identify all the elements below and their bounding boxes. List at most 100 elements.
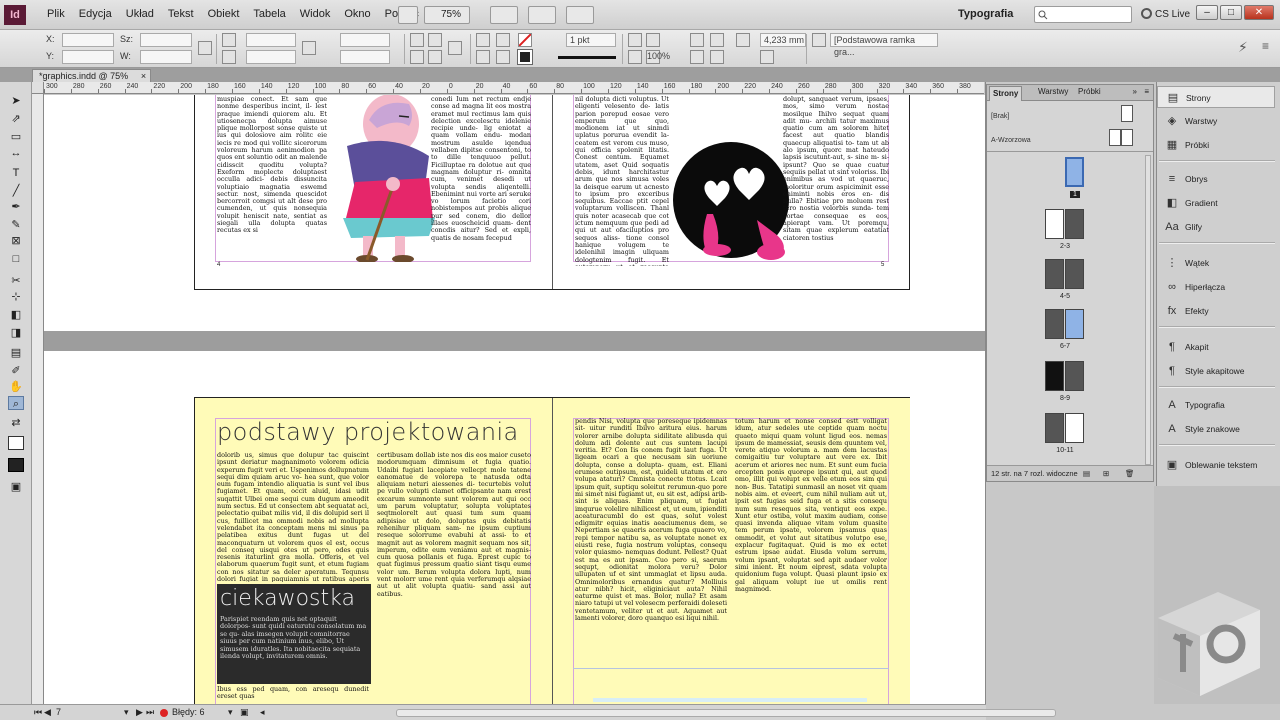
page-dropdown-icon[interactable]: ▾ (124, 707, 129, 718)
dock-item-glyphs[interactable]: Aa Glify (1157, 216, 1275, 238)
selection-tool-icon[interactable]: ➤ (8, 94, 24, 108)
view-options-button[interactable] (490, 6, 518, 24)
close-window-button[interactable]: ✕ (1244, 5, 1274, 20)
last-page-icon[interactable]: ⏭ (146, 707, 154, 718)
dock-item-layers[interactable]: ◈ Warstwy (1157, 110, 1275, 132)
rectangle-frame-tool-icon[interactable]: ⊠ (8, 234, 24, 248)
preflight-status[interactable]: Błędy: 6 (172, 707, 205, 717)
rotate-ccw-icon[interactable] (428, 33, 442, 47)
vertical-ruler[interactable] (32, 94, 44, 704)
dock-item-paragraph-styles[interactable]: ¶ Style akapitowe (1157, 360, 1275, 382)
master-none-label[interactable]: [Brak] (991, 113, 1009, 120)
object-style-select[interactable]: [Podstawowa ramka gra... (830, 33, 938, 57)
first-page-icon[interactable]: ⏮ (34, 707, 42, 718)
open-file-icon[interactable]: ▣ (240, 707, 249, 718)
dock-item-stroke[interactable]: ≡ Obrys (1157, 168, 1275, 190)
master-a-right-thumbnail[interactable] (1121, 129, 1133, 146)
menu-text[interactable]: Tekst (161, 8, 201, 20)
scale-x-icon[interactable] (222, 33, 236, 47)
measure-field[interactable]: 4,233 mm (760, 33, 806, 47)
page-thumbnail-7[interactable] (1065, 309, 1084, 339)
bridge-button[interactable] (398, 6, 418, 24)
master-none-thumbnail[interactable] (1121, 105, 1133, 122)
page-thumbnail-5[interactable] (1065, 259, 1084, 289)
preflight-menu-icon[interactable]: ▾ (228, 707, 233, 718)
page-thumbnail-10[interactable] (1045, 413, 1064, 443)
menu-table[interactable]: Tabela (246, 8, 292, 20)
menu-window[interactable]: Okno (337, 8, 377, 20)
direct-selection-tool-icon[interactable]: ⇗ (8, 112, 24, 126)
page-thumbnail-8[interactable] (1045, 361, 1064, 391)
height-field[interactable] (140, 50, 192, 64)
zoom-tool-icon[interactable]: ⌕ (8, 396, 24, 410)
gradient-feather-tool-icon[interactable]: ◨ (8, 326, 24, 340)
page-thumbnail-6[interactable] (1045, 309, 1064, 339)
scissors-tool-icon[interactable]: ✂ (8, 274, 24, 288)
lightning-icon[interactable]: ⚡ (1238, 39, 1248, 56)
corner-shape-icon[interactable] (760, 50, 774, 64)
text-frame[interactable]: dolupt, sanquaet verum, ipsaes, mos, sim… (783, 96, 889, 264)
y-field[interactable] (62, 50, 114, 64)
width-field[interactable] (140, 33, 192, 47)
edit-page-size-icon[interactable]: ▤ (1083, 469, 1090, 478)
page-thumbnail-4[interactable] (1045, 259, 1064, 289)
grandmother-illustration[interactable] (311, 95, 443, 262)
corner-options-icon[interactable] (736, 33, 750, 47)
help-search-input[interactable] (1034, 6, 1132, 23)
master-a-label[interactable]: A-Wzorzowa (991, 137, 1031, 144)
text-frame[interactable]: pendis Nisi, volupta que poreseque ipide… (575, 418, 727, 668)
section-heading[interactable]: podstawy projektowania (217, 418, 519, 446)
tab-swatches[interactable]: Próbki (1075, 87, 1104, 96)
fitting-fill-icon[interactable] (628, 33, 642, 47)
dock-item-character-styles[interactable]: A Style znakowe (1157, 418, 1275, 440)
note-tool-icon[interactable]: ▤ (8, 346, 24, 360)
select-previous-icon[interactable] (496, 33, 510, 47)
stroke-weight-field[interactable]: 1 pkt (566, 33, 616, 47)
menu-view[interactable]: Widok (293, 8, 338, 20)
text-frame[interactable]: Ibus ess ped quam, con aresequ dunedit e… (217, 686, 369, 700)
panel-menu-icon[interactable]: ≡ (1144, 87, 1149, 96)
page-thumbnail-1[interactable] (1065, 157, 1084, 187)
tab-layers[interactable]: Warstwy (1035, 87, 1071, 96)
spread-pages-6-7[interactable]: podstawy projektowania dolorib us, simus… (194, 397, 910, 704)
arrange-documents-button[interactable] (566, 6, 594, 24)
select-next-icon[interactable] (496, 50, 510, 64)
stroke-type-preview[interactable] (558, 56, 616, 59)
x-field[interactable] (62, 33, 114, 47)
scroll-left-icon[interactable]: ◂ (260, 707, 265, 718)
page-thumbnail-3[interactable] (1065, 209, 1084, 239)
menu-layout[interactable]: Układ (119, 8, 161, 20)
page-thumbnail-2[interactable] (1045, 209, 1064, 239)
maximize-button[interactable]: □ (1220, 5, 1242, 20)
opacity-value[interactable]: 100% (644, 50, 682, 64)
page-thumbnail-11[interactable] (1065, 413, 1084, 443)
delete-page-icon[interactable]: 🗑 (1125, 469, 1135, 478)
free-transform-tool-icon[interactable]: ⊹ (8, 290, 24, 304)
eyedropper-tool-icon[interactable]: ✐ (8, 364, 24, 378)
workspace-switcher[interactable]: Typografia (958, 8, 1013, 20)
master-a-left-thumbnail[interactable] (1109, 129, 1121, 146)
flip-vertical-icon[interactable] (428, 50, 442, 64)
align-top-icon[interactable] (690, 50, 704, 64)
menu-file[interactable]: Plik (40, 8, 72, 20)
object-style-icon[interactable] (812, 33, 826, 47)
gradient-swatch-tool-icon[interactable]: ◧ (8, 308, 24, 322)
type-tool-icon[interactable]: T (8, 166, 24, 180)
dock-item-pages[interactable]: ▤ Strony (1157, 86, 1275, 108)
line-tool-icon[interactable]: ╱ (8, 184, 24, 198)
ruler-origin[interactable] (32, 82, 44, 94)
minimize-button[interactable]: – (1196, 5, 1218, 20)
align-bottom-icon[interactable] (710, 50, 724, 64)
select-container-icon[interactable] (476, 33, 490, 47)
apply-color-icon[interactable] (8, 458, 24, 472)
rotation-field[interactable] (340, 33, 390, 47)
dock-item-gradient[interactable]: ◧ Gradient (1157, 192, 1275, 214)
constrain-scale-icon[interactable] (302, 41, 316, 55)
panel-collapse-icon[interactable]: » (1133, 87, 1137, 96)
dock-item-typography[interactable]: A Typografia (1157, 394, 1275, 416)
screen-mode-icon[interactable]: ▣ (8, 480, 24, 494)
formatting-container-icon[interactable] (8, 436, 24, 450)
select-content-icon[interactable] (476, 50, 490, 64)
cs-live-button[interactable]: CS Live (1141, 8, 1190, 20)
align-left-icon[interactable] (690, 33, 704, 47)
